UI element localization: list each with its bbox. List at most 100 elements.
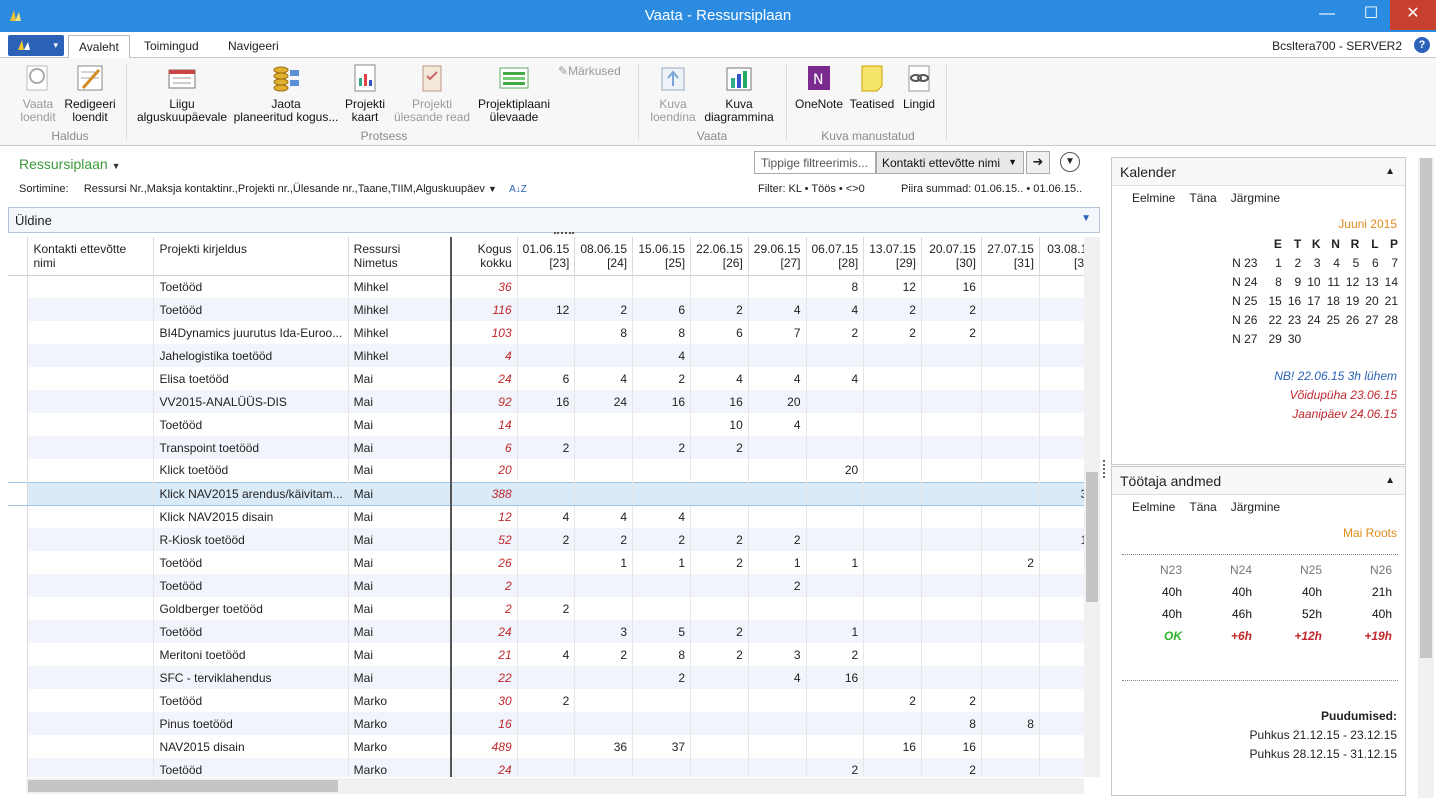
grid-cell[interactable]	[806, 528, 865, 551]
grid-cell[interactable]	[690, 666, 749, 689]
grid-cell[interactable]: 6	[690, 321, 749, 344]
grid-cell[interactable]: Mai	[348, 413, 453, 436]
grid-cell[interactable]: 116	[451, 298, 518, 321]
grid-cell[interactable]	[574, 666, 634, 689]
calendar-prev-link[interactable]: Eelmine	[1132, 191, 1175, 205]
grid-cell[interactable]	[632, 574, 692, 597]
grid-cell[interactable]	[517, 344, 576, 367]
grid-cell[interactable]	[27, 321, 155, 344]
grid-cell[interactable]	[981, 298, 1040, 321]
grid-cell[interactable]	[690, 505, 749, 528]
calendar-today-link[interactable]: Täna	[1189, 191, 1216, 205]
grid-cell[interactable]: Mai	[348, 643, 453, 666]
row-selector[interactable]	[8, 367, 29, 390]
sort-dropdown-icon[interactable]: ▼	[488, 184, 497, 194]
grid-cell[interactable]	[921, 436, 982, 459]
grid-cell[interactable]	[517, 321, 576, 344]
calendar-day[interactable]: 1	[1265, 253, 1284, 272]
calendar-day[interactable]: 25	[1324, 310, 1343, 329]
grid-cell[interactable]: SFC - terviklahendus	[153, 666, 349, 689]
table-row[interactable]: ToetöödMai2435212	[8, 620, 1100, 643]
grid-cell[interactable]	[690, 712, 749, 735]
grid-cell[interactable]	[806, 481, 865, 506]
grid-cell[interactable]	[806, 436, 865, 459]
grid-cell[interactable]: 103	[451, 321, 518, 344]
grid-cell[interactable]	[690, 574, 749, 597]
grid-cell[interactable]	[27, 643, 155, 666]
grid-cell[interactable]: 6	[451, 436, 518, 459]
grid-cell[interactable]: 2	[690, 551, 749, 574]
grid-cell[interactable]: 2	[517, 689, 576, 712]
grid-cell[interactable]: 52	[451, 528, 518, 551]
grid-cell[interactable]	[27, 413, 155, 436]
column-header[interactable]: Ressursi Nimetus	[348, 237, 453, 276]
grid-cell[interactable]	[863, 481, 922, 506]
grid-cell[interactable]: 16	[517, 390, 576, 413]
grid-cell[interactable]: 4	[748, 298, 807, 321]
grid-cell[interactable]: 2	[921, 689, 982, 712]
table-row[interactable]: Jahelogistika toetööd Mihkel 4 4	[8, 344, 1100, 367]
row-selector[interactable]	[8, 758, 29, 777]
grid-cell[interactable]	[574, 275, 634, 298]
apply-filter-arrow-icon[interactable]: ➜	[1026, 151, 1050, 174]
grid-cell[interactable]	[574, 758, 634, 777]
grid-cell[interactable]	[574, 574, 634, 597]
grid-cell[interactable]: Mai	[348, 666, 453, 689]
grid-cell[interactable]: Klick NAV2015 disain	[153, 505, 349, 528]
calendar-day[interactable]	[1382, 329, 1401, 348]
grid-cell[interactable]: 2	[690, 298, 749, 321]
grid-cell[interactable]	[981, 597, 1040, 620]
grid-cell[interactable]: 2	[574, 528, 634, 551]
calendar-day[interactable]: 17	[1304, 291, 1323, 310]
grid-cell[interactable]	[27, 666, 155, 689]
grid-cell[interactable]: 489	[451, 735, 518, 758]
calendar-day[interactable]: 21	[1382, 291, 1401, 310]
table-row[interactable]: Toetööd Mai 14 10 4	[8, 413, 1100, 436]
table-row[interactable]: Goldberger toetööd Mai 2 2	[8, 597, 1100, 620]
grid-cell[interactable]	[921, 459, 982, 482]
grid-cell[interactable]	[632, 413, 692, 436]
grid-cell[interactable]	[981, 367, 1040, 390]
employee-today-link[interactable]: Täna	[1189, 500, 1216, 514]
grid-cell[interactable]: Marko	[348, 735, 453, 758]
grid-cell[interactable]	[921, 666, 982, 689]
grid-cell[interactable]	[806, 735, 865, 758]
grid-cell[interactable]	[517, 574, 576, 597]
calendar-day[interactable]	[1304, 329, 1323, 348]
filter-input[interactable]: Tippige filtreerimis...	[754, 151, 876, 174]
grid-cell[interactable]: 2	[517, 597, 576, 620]
grid-cell[interactable]: Toetööd	[153, 574, 349, 597]
grid-cell[interactable]	[748, 275, 807, 298]
grid-cell[interactable]	[981, 505, 1040, 528]
grid-cell[interactable]: 24	[574, 390, 634, 413]
column-header[interactable]: 13.07.15 [29]	[863, 237, 922, 276]
grid-cell[interactable]	[921, 481, 982, 506]
grid-cell[interactable]	[27, 574, 155, 597]
maximize-button[interactable]: ☐	[1354, 0, 1388, 30]
column-header[interactable]: Kogus kokku	[451, 237, 518, 276]
table-row[interactable]: Toetööd Mai 26 1 1 2 1 1 2	[8, 551, 1100, 574]
grid-cell[interactable]	[27, 367, 155, 390]
employee-panel-header[interactable]: Töötaja andmed ▲	[1112, 467, 1405, 495]
grid-cell[interactable]	[921, 574, 982, 597]
grid-cell[interactable]	[748, 505, 807, 528]
grid-cell[interactable]	[981, 666, 1040, 689]
edit-list-button[interactable]: Redigeeri loendit	[62, 62, 118, 124]
grid-cell[interactable]: 2	[806, 758, 865, 777]
calendar-day[interactable]	[1343, 329, 1362, 348]
grid-cell[interactable]: 2	[574, 298, 634, 321]
table-row[interactable]: R-Kiosk toetöödMai522222210	[8, 528, 1100, 551]
grid-cell[interactable]	[863, 505, 922, 528]
grid-cell[interactable]	[632, 712, 692, 735]
row-selector[interactable]	[8, 528, 29, 551]
grid-cell[interactable]: Mai	[348, 528, 453, 551]
grid-cell[interactable]: 2	[981, 551, 1040, 574]
grid-cell[interactable]	[806, 597, 865, 620]
grid-cell[interactable]	[806, 574, 865, 597]
tab-avaleht[interactable]: Avaleht	[68, 35, 130, 59]
grid-cell[interactable]	[632, 758, 692, 777]
calendar-day[interactable]: 7	[1382, 253, 1401, 272]
grid-cell[interactable]: Jahelogistika toetööd	[153, 344, 349, 367]
grid-cell[interactable]: 2	[632, 367, 692, 390]
row-selector[interactable]	[8, 712, 29, 735]
